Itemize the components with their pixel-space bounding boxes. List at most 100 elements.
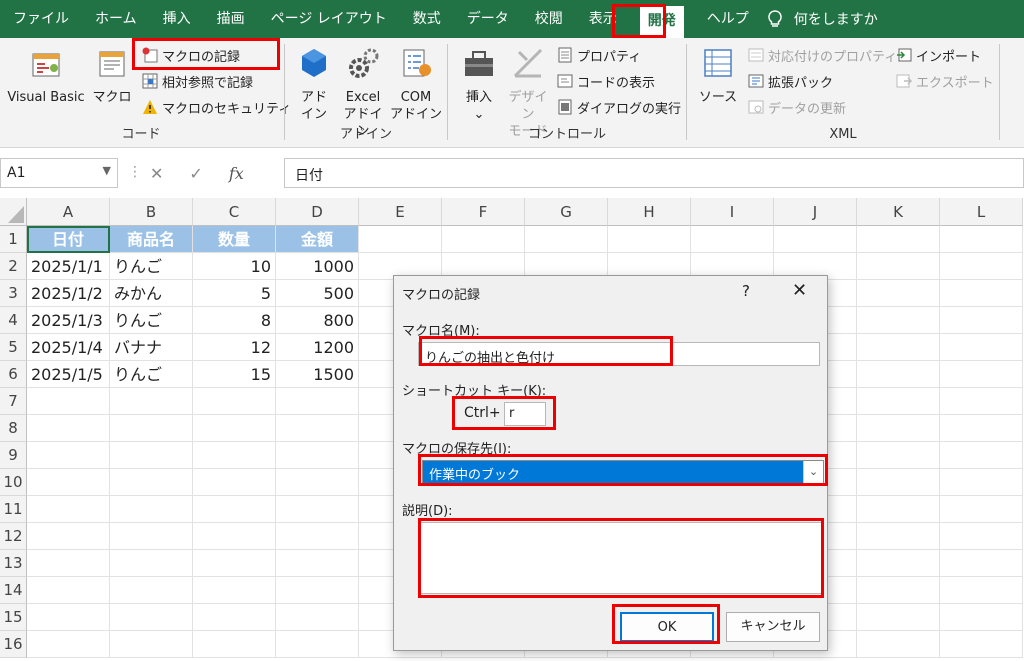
cell-j1[interactable]	[774, 226, 857, 253]
cell-l13[interactable]	[940, 550, 1023, 577]
cell-i1[interactable]	[691, 226, 774, 253]
cell-d3[interactable]: 500	[276, 280, 359, 307]
cell-c14[interactable]	[193, 577, 276, 604]
cell-d16[interactable]	[276, 631, 359, 658]
cell-g1[interactable]	[525, 226, 608, 253]
cell-l11[interactable]	[940, 496, 1023, 523]
cell-l7[interactable]	[940, 388, 1023, 415]
map-properties-button[interactable]: 対応付けのプロパティ	[748, 44, 897, 66]
cell-c5[interactable]: 12	[193, 334, 276, 361]
cell-d1[interactable]: 金額	[276, 226, 359, 253]
column-header-d[interactable]: D	[276, 198, 359, 226]
macro-name-field[interactable]: りんごの抽出と色付け	[418, 342, 820, 366]
cell-a3[interactable]: 2025/1/2	[27, 280, 110, 307]
name-box[interactable]: A1 ▼	[0, 158, 118, 188]
column-header-f[interactable]: F	[442, 198, 525, 226]
cell-c13[interactable]	[193, 550, 276, 577]
cell-b15[interactable]	[110, 604, 193, 631]
cell-b6[interactable]: りんご	[110, 361, 193, 388]
cell-k2[interactable]	[857, 253, 940, 280]
cell-l1[interactable]	[940, 226, 1023, 253]
cell-d10[interactable]	[276, 469, 359, 496]
cell-l6[interactable]	[940, 361, 1023, 388]
cell-c3[interactable]: 5	[193, 280, 276, 307]
cell-l5[interactable]	[940, 334, 1023, 361]
help-button[interactable]: ?	[742, 282, 750, 300]
cell-k6[interactable]	[857, 361, 940, 388]
xml-source-button[interactable]: ソース	[698, 46, 738, 106]
cell-d11[interactable]	[276, 496, 359, 523]
tab-review[interactable]: 校閲	[522, 0, 576, 38]
cell-a16[interactable]	[27, 631, 110, 658]
cell-b3[interactable]: みかん	[110, 280, 193, 307]
row-header-1[interactable]: 1	[0, 226, 27, 253]
cell-b8[interactable]	[110, 415, 193, 442]
row-header-3[interactable]: 3	[0, 280, 27, 307]
cell-l16[interactable]	[940, 631, 1023, 658]
cell-k12[interactable]	[857, 523, 940, 550]
row-header-6[interactable]: 6	[0, 361, 27, 388]
store-macro-select[interactable]: 作業中のブック ⌄	[422, 460, 824, 484]
cell-l15[interactable]	[940, 604, 1023, 631]
cell-a5[interactable]: 2025/1/4	[27, 334, 110, 361]
function-icon[interactable]: fx	[229, 164, 244, 183]
tab-insert[interactable]: 挿入	[150, 0, 204, 38]
cell-c10[interactable]	[193, 469, 276, 496]
row-header-5[interactable]: 5	[0, 334, 27, 361]
cell-c15[interactable]	[193, 604, 276, 631]
tab-data[interactable]: データ	[454, 0, 522, 38]
column-header-c[interactable]: C	[193, 198, 276, 226]
shortcut-key-field[interactable]: r	[504, 402, 546, 426]
tab-file[interactable]: ファイル	[0, 0, 82, 38]
row-header-2[interactable]: 2	[0, 253, 27, 280]
cell-l3[interactable]	[940, 280, 1023, 307]
cell-d7[interactable]	[276, 388, 359, 415]
cell-d13[interactable]	[276, 550, 359, 577]
cell-k5[interactable]	[857, 334, 940, 361]
select-all-corner[interactable]	[0, 198, 27, 226]
relative-reference-button[interactable]: 相対参照で記録	[142, 70, 253, 92]
cell-a14[interactable]	[27, 577, 110, 604]
cell-l12[interactable]	[940, 523, 1023, 550]
cell-d8[interactable]	[276, 415, 359, 442]
cell-k10[interactable]	[857, 469, 940, 496]
tab-view[interactable]: 表示	[576, 0, 630, 38]
cell-l9[interactable]	[940, 442, 1023, 469]
cell-a11[interactable]	[27, 496, 110, 523]
cell-l4[interactable]	[940, 307, 1023, 334]
cell-f1[interactable]	[442, 226, 525, 253]
cell-c9[interactable]	[193, 442, 276, 469]
description-field[interactable]	[418, 522, 822, 594]
cell-b16[interactable]	[110, 631, 193, 658]
cell-d6[interactable]: 1500	[276, 361, 359, 388]
cell-k13[interactable]	[857, 550, 940, 577]
export-button[interactable]: エクスポート	[896, 70, 994, 92]
cell-d2[interactable]: 1000	[276, 253, 359, 280]
cell-e1[interactable]	[359, 226, 442, 253]
cell-b7[interactable]	[110, 388, 193, 415]
formula-input[interactable]: 日付	[284, 158, 1024, 188]
tell-me-box[interactable]: 何をしますか	[766, 9, 878, 29]
cell-c2[interactable]: 10	[193, 253, 276, 280]
chevron-down-icon[interactable]: ▼	[103, 164, 111, 177]
row-header-12[interactable]: 12	[0, 523, 27, 550]
column-header-i[interactable]: I	[691, 198, 774, 226]
cell-c8[interactable]	[193, 415, 276, 442]
cell-d12[interactable]	[276, 523, 359, 550]
row-header-13[interactable]: 13	[0, 550, 27, 577]
cell-b9[interactable]	[110, 442, 193, 469]
cell-c11[interactable]	[193, 496, 276, 523]
cell-c16[interactable]	[193, 631, 276, 658]
cell-k14[interactable]	[857, 577, 940, 604]
cell-d4[interactable]: 800	[276, 307, 359, 334]
tab-home[interactable]: ホーム	[82, 0, 150, 38]
cell-a2[interactable]: 2025/1/1	[27, 253, 110, 280]
row-header-14[interactable]: 14	[0, 577, 27, 604]
cell-b13[interactable]	[110, 550, 193, 577]
cell-d14[interactable]	[276, 577, 359, 604]
column-header-g[interactable]: G	[525, 198, 608, 226]
cell-c7[interactable]	[193, 388, 276, 415]
cell-k1[interactable]	[857, 226, 940, 253]
close-icon[interactable]: ✕	[792, 280, 807, 301]
row-header-8[interactable]: 8	[0, 415, 27, 442]
